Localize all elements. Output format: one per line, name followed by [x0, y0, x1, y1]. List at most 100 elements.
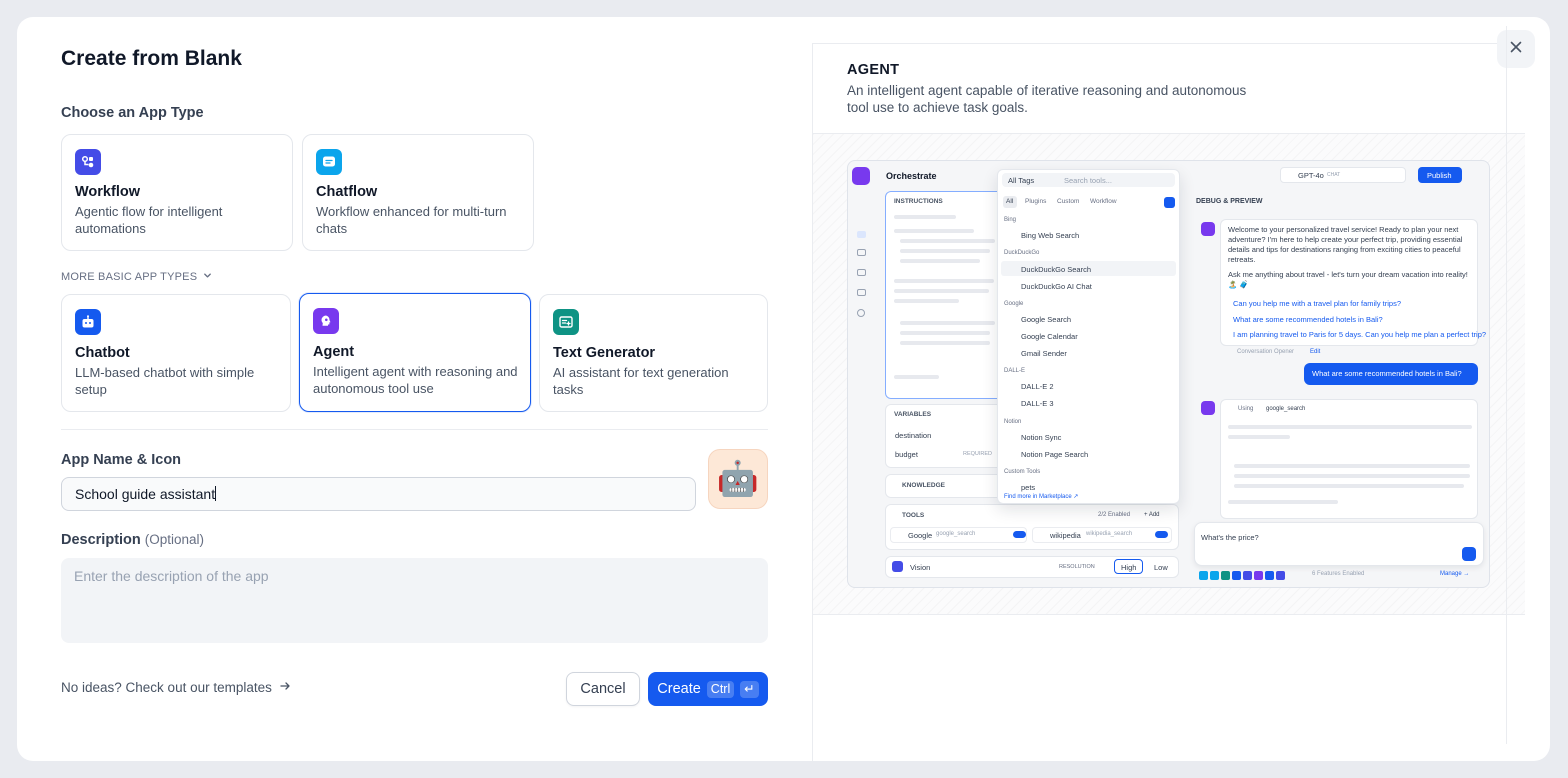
vision-icon — [892, 561, 903, 572]
tool-item[interactable]: DuckDuckGo AI Chat — [1021, 282, 1092, 291]
kbd-ctrl: Ctrl — [706, 680, 735, 698]
tool-item[interactable]: DALL-E 2 — [1021, 382, 1054, 391]
tool-wikipedia: wikipedia — [1050, 531, 1081, 540]
description-textarea[interactable]: Enter the description of the app — [61, 558, 768, 643]
manage-link[interactable]: Manage → — [1440, 571, 1469, 577]
ask-text: Ask me anything about travel - let's tur… — [1228, 270, 1468, 289]
tool-item[interactable]: Google Calendar — [1021, 332, 1078, 341]
app-icon-picker[interactable]: 🤖 — [708, 449, 768, 509]
resolution-label: RESOLUTION — [1059, 564, 1095, 570]
tool-google-sub: google_search — [936, 531, 976, 537]
preview-image-area: Orchestrate INSTRUCTIONS VARIABLES desti… — [813, 133, 1525, 615]
templates-link-text: No ideas? Check out our templates — [61, 680, 272, 695]
tool-item[interactable]: DuckDuckGo Search — [1021, 265, 1091, 274]
add-icon[interactable] — [1164, 197, 1175, 208]
tools-label: TOOLS — [902, 512, 925, 519]
feature-icons — [1199, 571, 1309, 580]
create-label: Create — [657, 681, 701, 697]
tool-item[interactable]: pets — [1021, 483, 1035, 492]
vision-label: Vision — [910, 563, 931, 572]
chevron-down-icon — [202, 270, 213, 284]
debug-preview-label: DEBUG & PREVIEW — [1196, 198, 1263, 205]
variables-label: VARIABLES — [894, 411, 932, 418]
workflow-icon — [75, 149, 101, 175]
resolution-low[interactable]: Low — [1154, 563, 1168, 572]
tool-wikipedia-toggle[interactable] — [1155, 531, 1168, 538]
suggestion-1[interactable]: Can you help me with a travel plan for f… — [1233, 299, 1401, 308]
app-type-chatbot[interactable]: Chatbot LLM-based chatbot with simple se… — [61, 294, 291, 412]
card-desc: LLM-based chatbot with simple setup — [75, 365, 255, 397]
app-name-value: School guide assistant — [75, 486, 216, 502]
app-type-workflow[interactable]: Workflow Agentic flow for intelligent au… — [61, 134, 293, 251]
tool-wikipedia-sub: wikipedia_search — [1086, 531, 1133, 537]
all-tags-filter[interactable]: All Tags — [1008, 176, 1034, 185]
group-notion: Notion — [1004, 419, 1022, 425]
tool-google-toggle[interactable] — [1013, 531, 1026, 538]
create-form: Create from Blank Choose an App Type Wor… — [61, 17, 768, 761]
more-label: MORE BASIC APP TYPES — [61, 271, 198, 283]
search-tools-input[interactable]: Search tools... — [1064, 176, 1112, 185]
preview-title: AGENT — [847, 62, 900, 78]
agent-avatar-icon — [1201, 401, 1215, 415]
create-button[interactable]: Create Ctrl ↵ — [648, 672, 768, 706]
suggestion-3[interactable]: I am planning travel to Paris for 5 days… — [1233, 330, 1486, 339]
tool-item[interactable]: Gmail Sender — [1021, 349, 1067, 358]
app-type-label: Choose an App Type — [61, 105, 204, 121]
robot-icon: 🤖 — [716, 460, 760, 498]
tool-google: Google — [908, 531, 933, 540]
tool-item[interactable]: Bing Web Search — [1021, 231, 1079, 240]
variable-budget: budget — [895, 450, 918, 459]
tools-enabled: 2/2 Enabled — [1098, 512, 1131, 518]
filter-tab-custom[interactable]: Custom — [1057, 198, 1079, 205]
arrow-right-icon — [279, 680, 291, 695]
publish-label: Publish — [1427, 171, 1452, 180]
using-label: Using — [1238, 406, 1254, 412]
welcome-text: Welcome to your personalized travel serv… — [1228, 225, 1463, 264]
tool-item[interactable]: Notion Page Search — [1021, 450, 1088, 459]
chat-tag: CHAT — [1327, 172, 1341, 178]
divider — [61, 429, 768, 430]
app-type-text-generator[interactable]: Text Generator AI assistant for text gen… — [539, 294, 768, 412]
suggestion-2[interactable]: What are some recommended hotels in Bali… — [1233, 315, 1383, 324]
more-app-types-toggle[interactable]: MORE BASIC APP TYPES — [61, 270, 213, 284]
tool-item[interactable]: Google Search — [1021, 315, 1071, 324]
card-desc: Intelligent agent with reasoning and aut… — [313, 364, 518, 396]
dialog-title: Create from Blank — [61, 47, 242, 70]
opener-edit[interactable]: Edit — [1310, 349, 1320, 355]
kbd-enter: ↵ — [740, 680, 759, 698]
close-icon — [1509, 40, 1523, 59]
send-icon[interactable] — [1462, 547, 1476, 561]
card-title: Text Generator — [553, 345, 656, 361]
templates-link[interactable]: No ideas? Check out our templates — [61, 680, 291, 695]
create-app-dialog: Create from Blank Choose an App Type Wor… — [17, 17, 1550, 761]
preview-panel: AGENT An intelligent agent capable of it… — [812, 43, 1525, 761]
optional-tag: (Optional) — [144, 532, 205, 547]
group-duckduckgo: DuckDuckGo — [1004, 250, 1040, 256]
group-custom: Custom Tools — [1004, 469, 1041, 475]
agent-avatar-icon — [1201, 222, 1215, 236]
orchestrate-title: Orchestrate — [886, 171, 937, 181]
filter-tab-plugins[interactable]: Plugins — [1025, 198, 1046, 205]
close-button[interactable] — [1497, 30, 1535, 68]
add-tool-button[interactable]: + Add — [1144, 512, 1160, 518]
app-type-agent[interactable]: Agent Intelligent agent with reasoning a… — [299, 293, 531, 412]
filter-tab-all[interactable]: All — [1006, 198, 1013, 205]
chat-input[interactable] — [1194, 522, 1484, 566]
required-tag: REQUIRED — [963, 451, 993, 457]
app-name-label: App Name & Icon — [61, 452, 182, 468]
marketplace-link[interactable]: Find more in Marketplace ↗ — [1004, 493, 1078, 500]
group-bing: Bing — [1004, 217, 1017, 223]
resolution-high[interactable]: High — [1121, 563, 1136, 572]
app-type-chatflow[interactable]: Chatflow Workflow enhanced for multi-tur… — [302, 134, 534, 251]
chat-input-text: What's the price? — [1201, 533, 1259, 542]
app-name-input[interactable]: School guide assistant — [61, 477, 696, 511]
instructions-label: INSTRUCTIONS — [894, 198, 943, 205]
tool-item[interactable]: DALL-E 3 — [1021, 399, 1054, 408]
card-desc: AI assistant for text generation tasks — [553, 365, 729, 397]
chatflow-icon — [316, 149, 342, 175]
cancel-button[interactable]: Cancel — [566, 672, 640, 706]
filter-tab-workflow[interactable]: Workflow — [1090, 198, 1117, 205]
user-message-text: What are some recommended hotels in Bali… — [1312, 369, 1462, 378]
tool-item[interactable]: Notion Sync — [1021, 433, 1061, 442]
text-generator-icon — [553, 309, 579, 335]
